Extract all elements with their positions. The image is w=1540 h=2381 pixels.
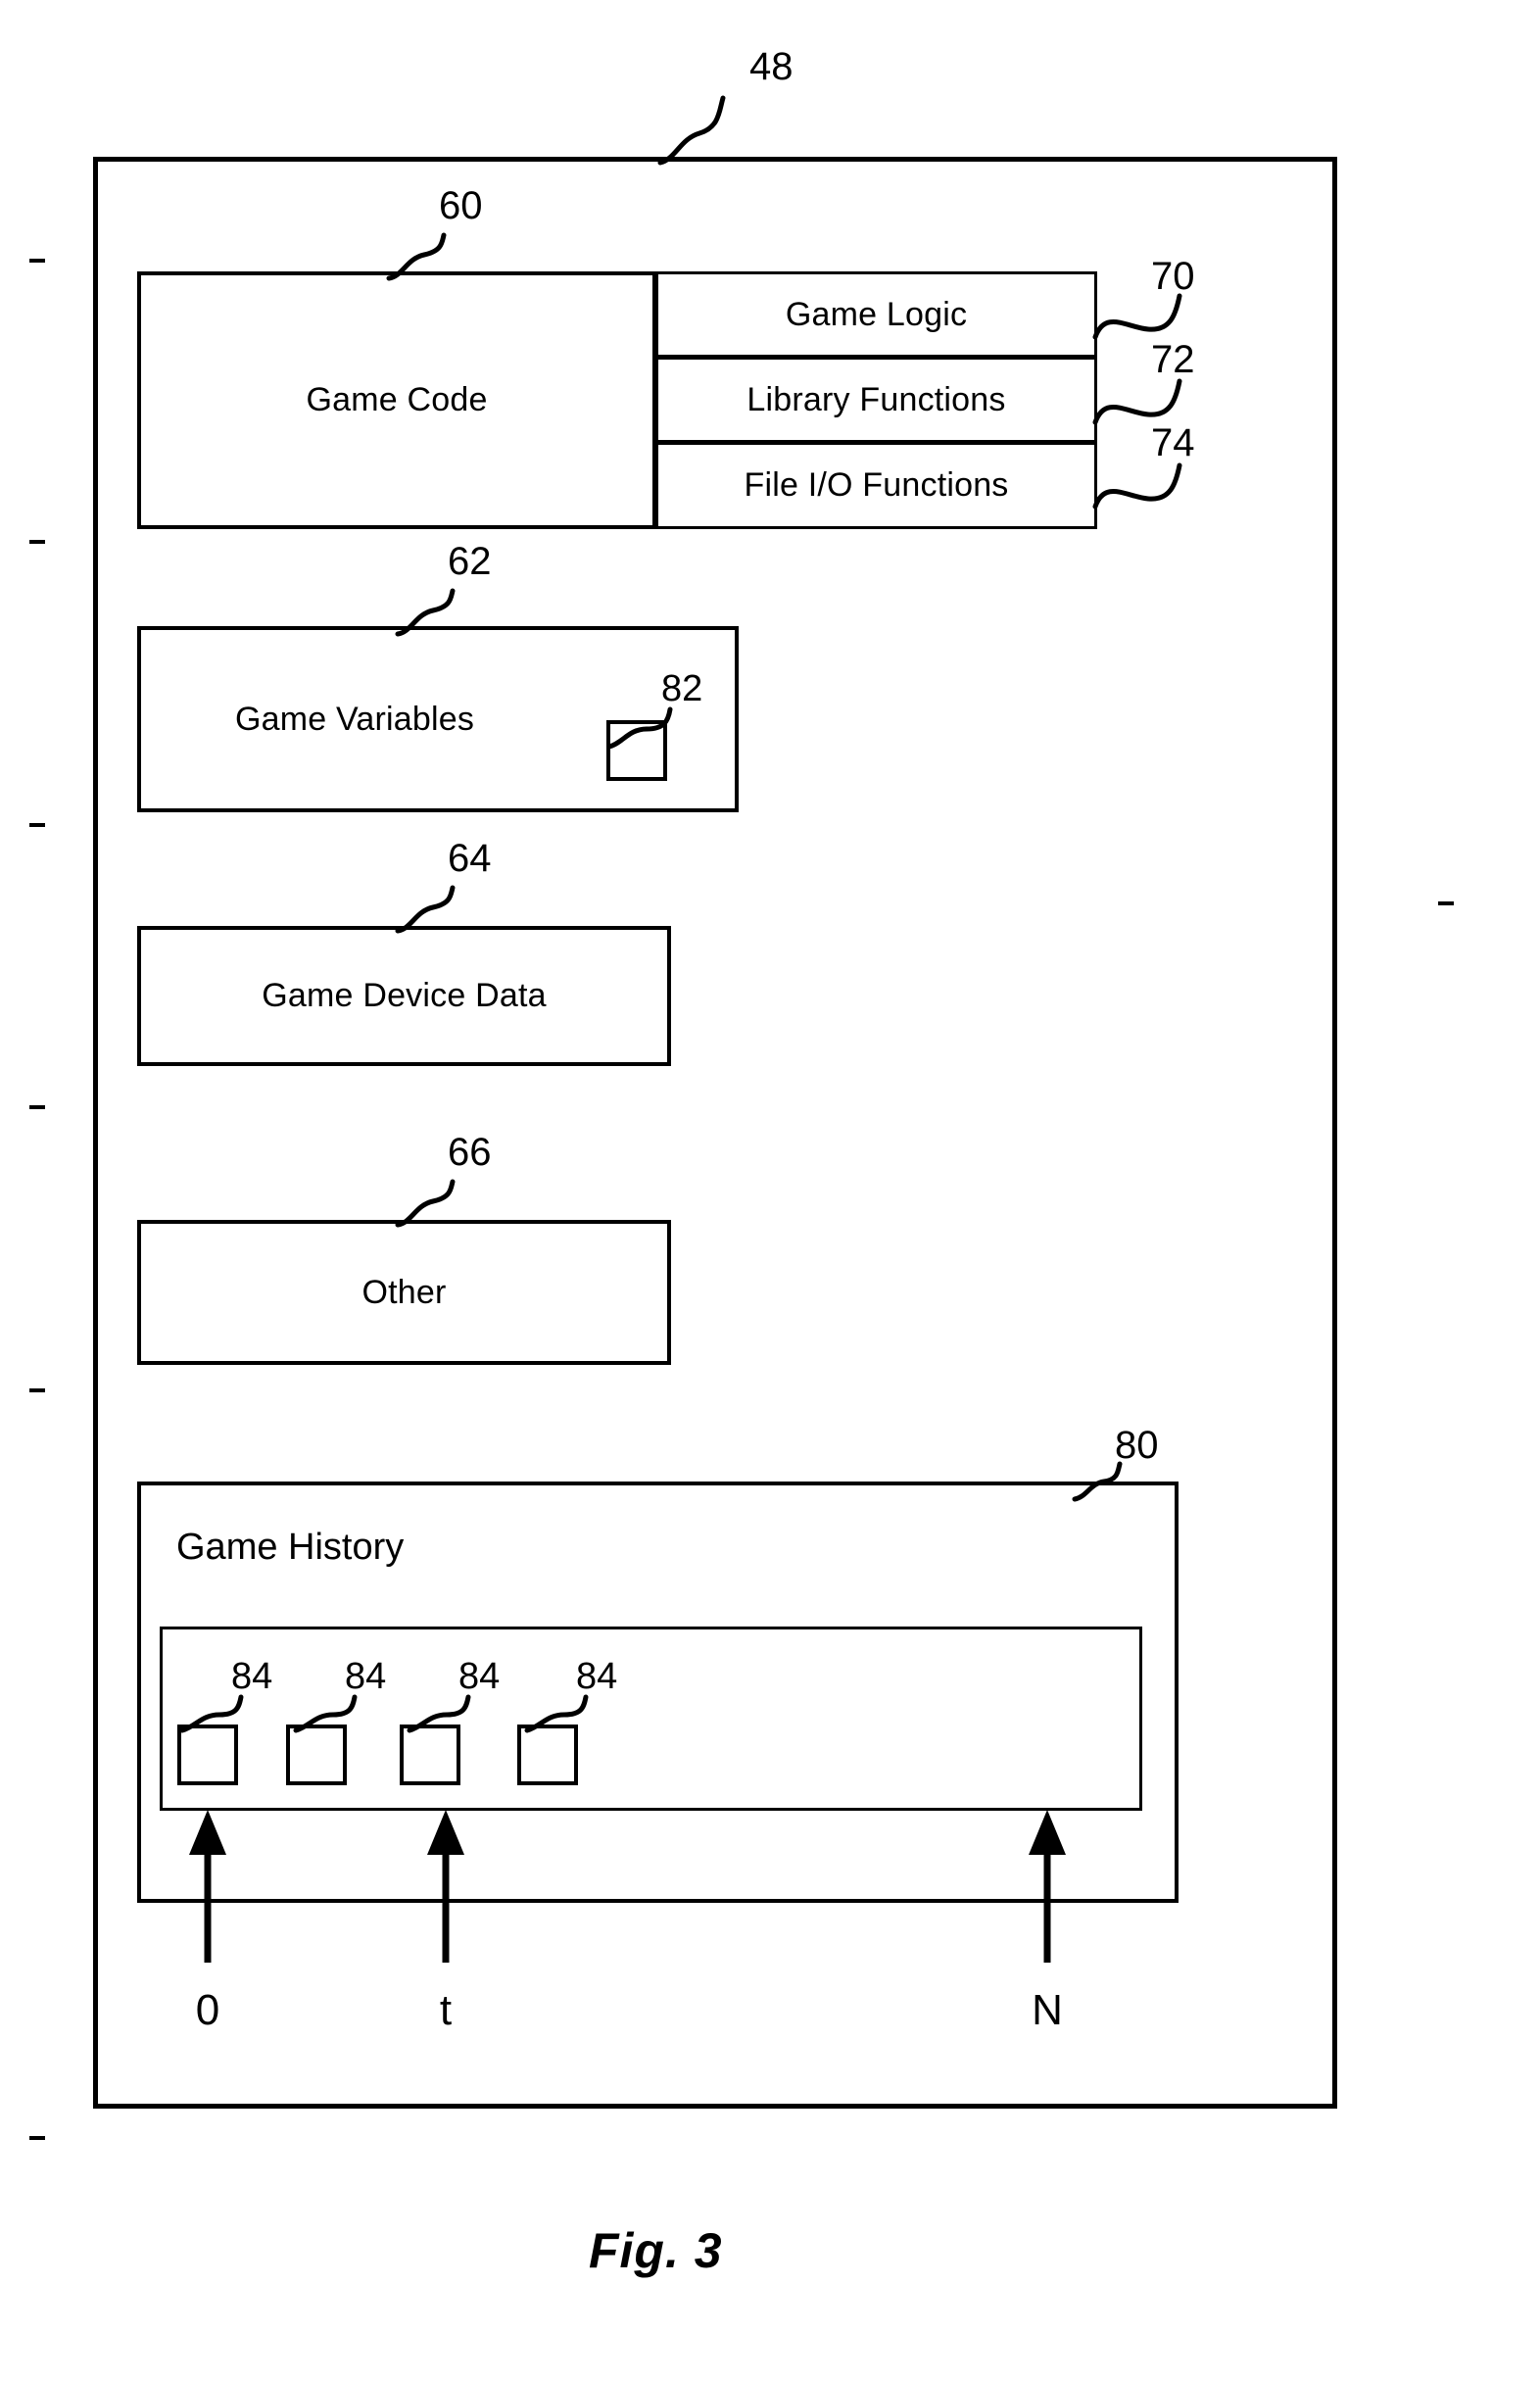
ref-80-leader-line xyxy=(1072,1461,1161,1502)
game-logic-box: Game Logic xyxy=(655,271,1097,358)
ref-60-leader-line xyxy=(386,232,495,281)
game-code-label: Game Code xyxy=(306,381,488,418)
ref-60-label: 60 xyxy=(439,184,483,227)
ref-72-label: 72 xyxy=(1151,338,1195,381)
margin-tick-artifact xyxy=(29,1388,45,1392)
figure-caption: Fig. 3 xyxy=(589,2223,723,2278)
library-functions-label: Library Functions xyxy=(746,380,1006,418)
margin-tick-artifact xyxy=(29,1105,45,1109)
game-code-box: Game Code xyxy=(137,271,656,529)
ref-80-label: 80 xyxy=(1115,1424,1159,1467)
timeline-arrow-N xyxy=(1021,1808,1074,1965)
game-variables-label: Game Variables xyxy=(235,700,475,738)
timeline-label-t: t xyxy=(439,1986,453,2034)
ref-84-label: 84 xyxy=(458,1656,501,1697)
file-io-functions-box: File I/O Functions xyxy=(655,442,1097,529)
ref-62-leader-line xyxy=(395,588,504,637)
ref-74-label: 74 xyxy=(1151,421,1195,464)
ref-66-label: 66 xyxy=(448,1131,492,1174)
other-box: Other xyxy=(137,1220,671,1365)
ref-48-leader-line xyxy=(657,95,776,166)
ref-62-label: 62 xyxy=(448,540,492,583)
library-functions-box: Library Functions xyxy=(655,357,1097,443)
ref-64-label: 64 xyxy=(448,837,492,880)
ref-66-leader-line xyxy=(395,1179,504,1228)
ref-70-leader-line xyxy=(1092,293,1201,341)
ref-82-label: 82 xyxy=(661,668,703,709)
game-logic-label: Game Logic xyxy=(785,295,968,333)
ref-84-leader-line xyxy=(407,1694,505,1734)
margin-tick-artifact xyxy=(29,823,45,827)
ref-84-label: 84 xyxy=(231,1656,273,1697)
ref-84-leader-line xyxy=(293,1694,392,1734)
ref-72-leader-line xyxy=(1092,378,1201,426)
ref-48-label: 48 xyxy=(749,45,794,88)
ref-64-leader-line xyxy=(395,885,504,934)
file-io-functions-label: File I/O Functions xyxy=(744,466,1009,504)
ref-84-leader-line xyxy=(524,1694,623,1734)
ref-74-leader-line xyxy=(1092,462,1201,510)
ref-70-label: 70 xyxy=(1151,255,1195,298)
patent-figure-page: 48 Game Code Game Logic Library Function… xyxy=(0,0,1540,2381)
timeline-arrow-0 xyxy=(181,1808,234,1965)
ref-82-leader-line xyxy=(606,706,710,750)
margin-tick-artifact xyxy=(29,259,45,263)
other-label: Other xyxy=(361,1273,447,1311)
margin-tick-artifact xyxy=(29,2136,45,2140)
ref-84-label: 84 xyxy=(576,1656,618,1697)
game-device-data-label: Game Device Data xyxy=(262,977,547,1014)
margin-tick-artifact xyxy=(29,540,45,544)
timeline-label-0: 0 xyxy=(195,1986,220,2034)
timeline-label-N: N xyxy=(1032,1986,1063,2034)
game-device-data-box: Game Device Data xyxy=(137,926,671,1066)
ref-84-label: 84 xyxy=(345,1656,387,1697)
margin-tick-artifact xyxy=(1438,901,1454,905)
timeline-arrow-t xyxy=(419,1808,472,1965)
ref-84-leader-line xyxy=(179,1694,278,1734)
game-history-label: Game History xyxy=(176,1527,405,1568)
